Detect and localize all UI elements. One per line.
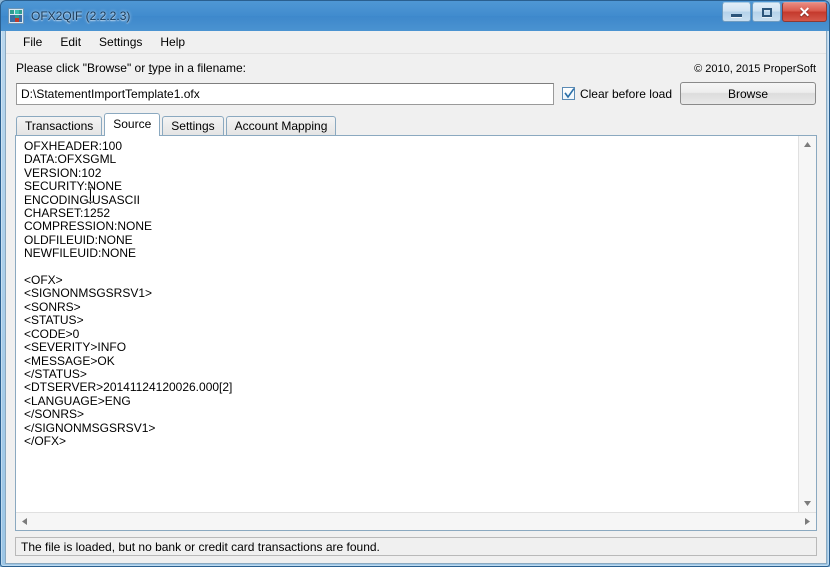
maximize-icon	[761, 7, 772, 17]
tab-account-mapping[interactable]: Account Mapping	[225, 116, 337, 135]
checkbox-box	[561, 87, 575, 100]
application-window: OFX2QIF (2.2.2.3) ✕ File Edit Settings H…	[0, 0, 830, 567]
window-title: OFX2QIF (2.2.2.3)	[31, 9, 131, 23]
app-icon	[8, 8, 24, 24]
check-icon	[564, 88, 575, 99]
scroll-right-arrow-icon[interactable]	[799, 513, 816, 530]
file-row: Clear before load Browse	[16, 82, 816, 105]
menu-item-help[interactable]: Help	[151, 32, 194, 52]
hint-label: Please click "Browse" or type in a filen…	[16, 61, 246, 75]
maximize-button[interactable]	[752, 2, 781, 22]
client-area: File Edit Settings Help Please click "Br…	[5, 31, 827, 564]
source-scroll-row: OFXHEADER:100 DATA:OFXSGML VERSION:102 S…	[16, 136, 816, 512]
hint-label-prefix: Please click "Browse" or	[16, 61, 149, 75]
menu-item-file[interactable]: File	[14, 32, 51, 52]
scroll-left-arrow-icon[interactable]	[16, 513, 33, 530]
menu-item-settings[interactable]: Settings	[90, 32, 151, 52]
browse-button[interactable]: Browse	[680, 82, 816, 105]
scroll-down-arrow-icon[interactable]	[799, 495, 816, 512]
menu-item-edit[interactable]: Edit	[51, 32, 90, 52]
file-path-input[interactable]	[16, 82, 554, 105]
close-icon: ✕	[798, 4, 811, 20]
title-bar[interactable]: OFX2QIF (2.2.2.3) ✕	[1, 1, 829, 31]
copyright-label: © 2010, 2015 ProperSoft	[694, 63, 816, 75]
hint-row: Please click "Browse" or type in a filen…	[16, 61, 816, 75]
file-selection-panel: Please click "Browse" or type in a filen…	[6, 54, 826, 105]
source-text-area[interactable]: OFXHEADER:100 DATA:OFXSGML VERSION:102 S…	[16, 136, 798, 512]
minimize-button[interactable]	[722, 2, 751, 22]
minimize-icon	[731, 13, 742, 17]
hint-label-suffix: ype in a filename:	[151, 61, 246, 75]
clear-before-load-checkbox[interactable]: Clear before load	[561, 86, 672, 101]
status-message: The file is loaded, but no bank or credi…	[21, 539, 380, 554]
menu-bar: File Edit Settings Help	[6, 31, 826, 54]
clear-before-load-label: Clear before load	[579, 86, 672, 101]
source-panel: OFXHEADER:100 DATA:OFXSGML VERSION:102 S…	[15, 135, 817, 531]
close-button[interactable]: ✕	[782, 2, 827, 22]
status-bar: The file is loaded, but no bank or credi…	[15, 537, 817, 556]
scroll-up-arrow-icon[interactable]	[799, 136, 816, 153]
tab-strip: Transactions Source Settings Account Map…	[16, 113, 826, 136]
tab-transactions[interactable]: Transactions	[16, 116, 103, 135]
vertical-scrollbar[interactable]	[798, 136, 816, 512]
tab-settings[interactable]: Settings	[162, 116, 224, 135]
tab-source[interactable]: Source	[104, 113, 161, 136]
window-controls: ✕	[722, 2, 827, 22]
horizontal-scrollbar[interactable]	[16, 512, 816, 530]
